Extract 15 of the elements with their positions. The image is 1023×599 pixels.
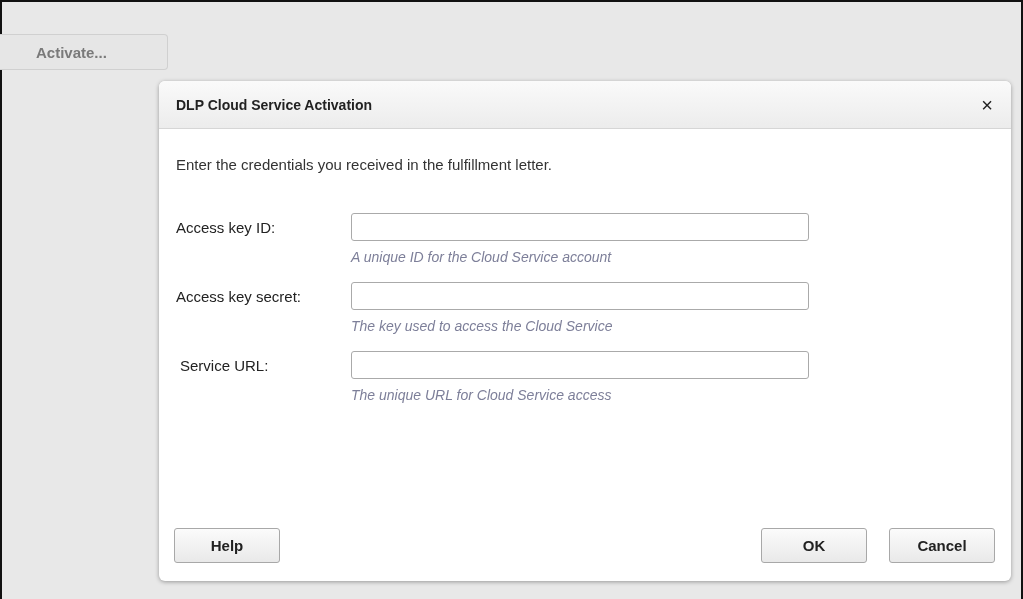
field-label: Access key secret:	[176, 287, 303, 305]
help-button[interactable]: Help	[174, 528, 280, 563]
field-label: Access key ID:	[176, 218, 277, 236]
field-hint: A unique ID for the Cloud Service account	[351, 249, 613, 265]
field-label: Service URL:	[179, 356, 270, 374]
input-field[interactable]	[351, 213, 809, 241]
field-hint: The key used to access the Cloud Service	[351, 318, 614, 334]
dialog-title: DLP Cloud Service Activation	[176, 96, 373, 113]
input-field[interactable]	[351, 282, 809, 310]
close-button[interactable]: ×	[979, 94, 995, 115]
input-field[interactable]	[351, 351, 809, 379]
ok-button[interactable]: OK	[761, 528, 867, 563]
instruction-text: Enter the credentials you received in the fulfillment letter.	[176, 156, 554, 173]
cancel-button[interactable]: Cancel	[889, 528, 995, 563]
field-hint: The unique URL for Cloud Service access	[351, 387, 613, 403]
